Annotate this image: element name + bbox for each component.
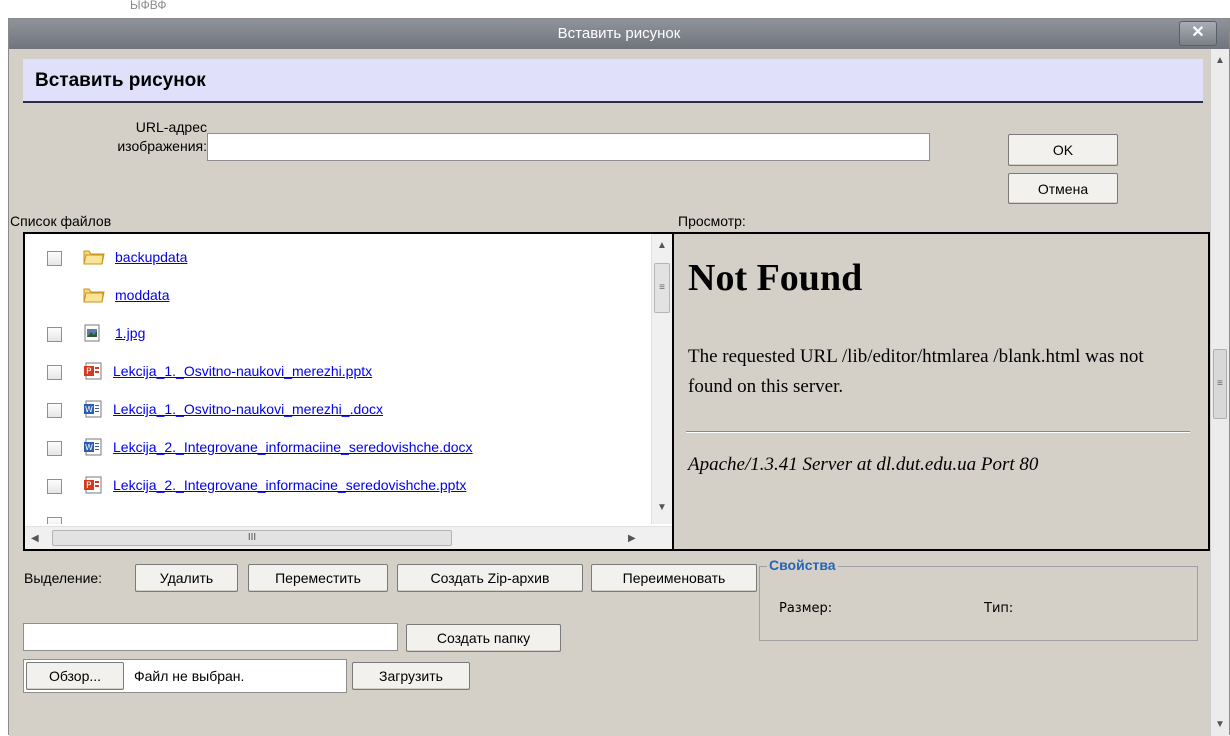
url-label-line1: URL-адрес <box>135 119 207 135</box>
file-list-panel: backupdata moddata 1.jpg P Lekcija_1._Osvitn… <box>23 232 674 551</box>
dialog-title: Вставить рисунок <box>557 25 681 42</box>
word-file-icon: W <box>83 438 103 456</box>
file-list-hscroll[interactable]: ◀ III ▶ <box>25 526 672 549</box>
dialog-scroll-down-icon[interactable]: ▼ <box>1215 719 1225 730</box>
file-checkbox[interactable] <box>47 365 62 380</box>
dialog-vscroll-thumb[interactable]: ≡ <box>1213 349 1227 419</box>
file-list-item: P Lekcija_2._Integrovane_informacine_sere… <box>25 467 650 505</box>
file-checkbox[interactable] <box>47 327 62 342</box>
svg-text:W: W <box>85 405 93 414</box>
file-list-item-partial <box>25 505 650 524</box>
preview-panel: Not Found The requested URL /lib/editor/… <box>672 232 1210 551</box>
image-url-input[interactable] <box>207 133 930 161</box>
file-checkbox[interactable] <box>47 479 62 494</box>
size-label: Размер: <box>779 601 833 616</box>
file-checkbox[interactable] <box>47 403 62 418</box>
file-list-hscroll-thumb[interactable]: III <box>52 530 452 546</box>
move-button[interactable]: Переместить <box>248 564 388 592</box>
file-list: backupdata moddata 1.jpg P Lekcija_1._Osvitn… <box>25 234 650 524</box>
svg-text:P: P <box>86 481 92 491</box>
upload-button[interactable]: Загрузить <box>352 662 470 690</box>
scroll-up-icon[interactable]: ▲ <box>657 240 667 251</box>
dialog-vscroll[interactable]: ▲ ≡ ▼ <box>1210 49 1229 736</box>
svg-text:P: P <box>86 367 92 377</box>
properties-legend: Свойства <box>767 557 838 573</box>
type-label: Тип: <box>984 601 1014 616</box>
file-list-label: Список файлов <box>10 213 112 229</box>
file-link[interactable]: Lekcija_1._Osvitno-naukovi_merezhi_.docx <box>113 401 383 417</box>
scroll-left-icon[interactable]: ◀ <box>31 533 39 544</box>
rename-button[interactable]: Переименовать <box>591 564 757 592</box>
dialog-scroll-up-icon[interactable]: ▲ <box>1215 55 1225 66</box>
preview-error-title: Not Found <box>688 257 863 299</box>
delete-button[interactable]: Удалить <box>135 564 238 592</box>
browse-button[interactable]: Обзор... <box>26 662 124 690</box>
preview-server-signature: Apache/1.3.41 Server at dl.dut.edu.ua Po… <box>688 454 1039 475</box>
create-zip-button[interactable]: Создать Zip-архив <box>397 564 583 592</box>
file-list-item: P Lekcija_1._Osvitno-naukovi_merezhi.pptx <box>25 353 650 391</box>
file-list-item: W Lekcija_2._Integrovane_informaciine_ser… <box>25 429 650 467</box>
file-link[interactable]: Lekcija_1._Osvitno-naukovi_merezhi.pptx <box>113 363 372 379</box>
url-label: URL-адрес изображения: <box>69 118 207 156</box>
file-list-item: W Lekcija_1._Osvitno-naukovi_merezhi_.doc… <box>25 391 650 429</box>
page-title: Вставить рисунок <box>35 70 206 91</box>
background-text: ЫФВФ <box>130 0 167 12</box>
svg-text:W: W <box>85 443 93 452</box>
file-list-item: 1.jpg <box>25 315 650 353</box>
file-link[interactable]: Lekcija_2._Integrovane_informaciine_sere… <box>113 439 473 455</box>
cancel-button[interactable]: Отмена <box>1008 173 1118 204</box>
close-icon: ✕ <box>1191 24 1205 41</box>
dialog-vscroll-grip: ≡ <box>1217 378 1223 389</box>
file-list-item: moddata <box>25 277 650 315</box>
url-label-line2: изображения: <box>117 138 207 154</box>
file-link[interactable]: 1.jpg <box>115 325 145 341</box>
scroll-down-icon[interactable]: ▼ <box>657 502 667 513</box>
create-folder-button[interactable]: Создать папку <box>406 624 561 652</box>
file-list-item: backupdata <box>25 239 650 277</box>
file-status-text: Файл не выбран. <box>134 668 245 684</box>
file-upload-input[interactable]: Обзор... Файл не выбран. <box>23 659 347 693</box>
vscroll-grip: ≡ <box>659 282 665 293</box>
preview-label: Просмотр: <box>678 213 746 229</box>
new-folder-input[interactable] <box>23 623 398 651</box>
folder-icon <box>83 248 105 266</box>
folder-icon <box>83 286 105 304</box>
word-file-icon: W <box>83 400 103 418</box>
dialog-content: Вставить рисунок URL-адрес изображения: … <box>9 49 1210 736</box>
close-button[interactable]: ✕ <box>1179 21 1217 46</box>
powerpoint-file-icon: P <box>83 362 103 380</box>
file-list-vscroll-thumb[interactable]: ≡ <box>654 263 670 313</box>
selection-label: Выделение: <box>24 570 103 586</box>
page-header: Вставить рисунок <box>23 59 1203 103</box>
preview-divider <box>686 431 1190 433</box>
file-checkbox[interactable] <box>47 517 62 524</box>
file-checkbox[interactable] <box>47 251 62 266</box>
file-link[interactable]: Lekcija_2._Integrovane_informacine_sered… <box>113 477 466 493</box>
file-list-vscroll[interactable]: ▲ ≡ ▼ <box>651 234 672 524</box>
file-checkbox[interactable] <box>47 441 62 456</box>
scroll-right-icon[interactable]: ▶ <box>628 533 636 544</box>
dialog-titlebar[interactable]: Вставить рисунок <box>9 19 1229 49</box>
powerpoint-file-icon: P <box>83 476 103 494</box>
preview-error-text: The requested URL /lib/editor/htmlarea /… <box>688 346 1144 397</box>
insert-image-dialog: Вставить рисунок ✕ Вставить рисунок URL-… <box>8 18 1230 736</box>
file-link[interactable]: moddata <box>115 287 169 303</box>
ok-button[interactable]: OK <box>1008 134 1118 166</box>
file-link[interactable]: backupdata <box>115 249 187 265</box>
image-file-icon <box>83 324 103 342</box>
hscroll-grip: III <box>247 532 257 543</box>
